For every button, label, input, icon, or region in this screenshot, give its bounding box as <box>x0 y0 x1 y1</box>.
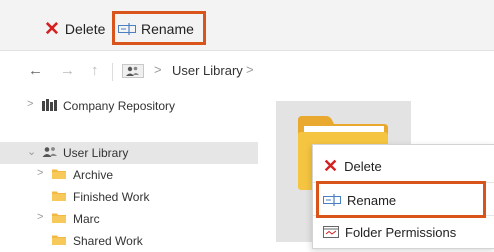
navigation-bar: ← → ↑ > User Library > <box>0 51 494 91</box>
context-menu-delete-label: Delete <box>344 158 382 174</box>
tree-item-user-library[interactable]: ⌄ User Library <box>0 142 258 164</box>
breadcrumb-user-library[interactable]: User Library <box>172 63 243 78</box>
tree-item-archive[interactable]: > Archive <box>0 164 258 186</box>
sidebar-tree: > Company Repository ⌄ User Library > Ar… <box>0 92 258 248</box>
breadcrumb-separator: > <box>154 62 162 77</box>
users-icon <box>42 147 57 157</box>
folder-icon <box>52 191 66 201</box>
permissions-icon <box>323 226 339 238</box>
delete-x-icon: ✕ <box>44 18 60 40</box>
back-arrow-icon[interactable]: ← <box>28 62 43 79</box>
context-menu-delete[interactable]: ✕ Delete <box>313 151 494 181</box>
tree-item-label: Marc <box>73 212 100 226</box>
up-arrow-icon[interactable]: ↑ <box>91 62 99 79</box>
rename-highlight-box <box>112 11 206 45</box>
delete-button-label: Delete <box>64 21 106 37</box>
tree-item-label: Archive <box>73 168 114 182</box>
rename-highlight-box <box>316 181 486 218</box>
delete-button[interactable]: ✕ Delete <box>44 16 105 42</box>
context-menu-folder-permissions[interactable]: Folder Permissions <box>313 217 494 247</box>
users-icon[interactable] <box>122 64 144 78</box>
delete-x-icon: ✕ <box>323 156 339 176</box>
chevron-right-icon[interactable]: > <box>27 98 33 110</box>
tree-item-finished-work[interactable]: Finished Work <box>0 186 258 208</box>
tree-item-company-repository[interactable]: > Company Repository <box>0 95 258 117</box>
context-menu-permissions-label: Folder Permissions <box>345 224 457 240</box>
forward-arrow-icon[interactable]: → <box>60 62 75 79</box>
toolbar: ✕ Delete Rename <box>0 0 494 51</box>
repository-icon <box>42 99 57 111</box>
tree-item-label: Finished Work <box>73 190 150 204</box>
tree-item-label: Company Repository <box>63 99 176 113</box>
chevron-right-icon[interactable]: > <box>37 211 43 223</box>
chevron-right-icon[interactable]: > <box>37 167 43 179</box>
chevron-down-icon[interactable]: ⌄ <box>27 145 36 158</box>
tree-item-marc[interactable]: > Marc <box>0 208 258 230</box>
tree-item-label: Shared Work <box>73 234 143 248</box>
breadcrumb-separator: > <box>246 62 254 77</box>
tree-item-shared-work[interactable]: Shared Work <box>0 230 258 252</box>
folder-icon <box>52 169 66 179</box>
folder-icon <box>52 235 66 245</box>
nav-divider <box>112 63 113 81</box>
tree-item-label: User Library <box>63 146 129 160</box>
folder-icon <box>52 213 66 223</box>
